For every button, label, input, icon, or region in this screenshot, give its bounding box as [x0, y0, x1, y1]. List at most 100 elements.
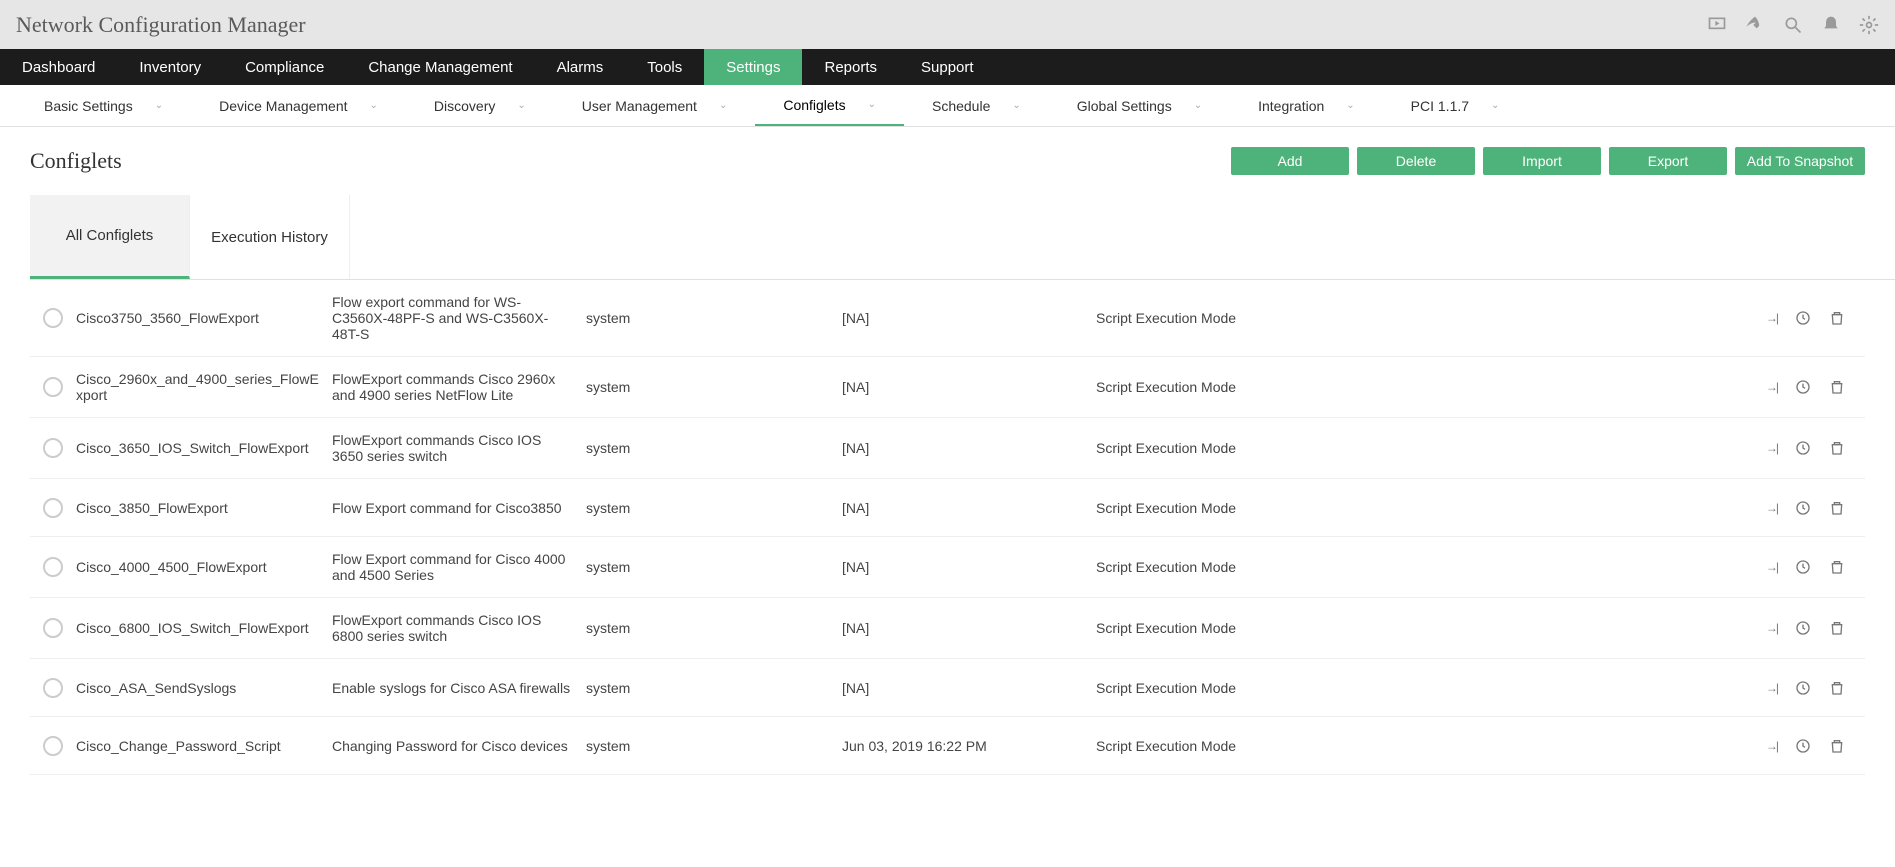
row-checkbox-cell [30, 377, 76, 397]
sub-nav-pci-1.1.7[interactable]: PCI 1.1.7 ⌄ [1383, 85, 1528, 126]
table-row: Cisco_3650_IOS_Switch_FlowExportFlowExpo… [30, 418, 1865, 479]
configlet-date: [NA] [842, 559, 1096, 575]
table-row: Cisco_6800_IOS_Switch_FlowExportFlowExpo… [30, 598, 1865, 659]
sub-nav-global-settings[interactable]: Global Settings⌄ [1049, 85, 1230, 126]
row-actions: →| [1360, 559, 1865, 575]
configlet-name[interactable]: Cisco_Change_Password_Script [76, 738, 332, 754]
sub-nav-discovery[interactable]: Discovery⌄ [406, 85, 554, 126]
search-icon[interactable] [1783, 15, 1803, 35]
configlet-description: FlowExport commands Cisco IOS 3650 serie… [332, 432, 586, 464]
clock-icon[interactable] [1795, 680, 1811, 696]
configlet-date: Jun 03, 2019 16:22 PM [842, 738, 1096, 754]
main-nav-settings[interactable]: Settings [704, 49, 802, 85]
clock-icon[interactable] [1795, 500, 1811, 516]
table-row: Cisco_3850_FlowExportFlow Export command… [30, 479, 1865, 537]
page-title: Configlets [30, 148, 122, 174]
row-checkbox[interactable] [43, 438, 63, 458]
tab-execution-history[interactable]: Execution History [190, 195, 350, 279]
delete-button[interactable]: Delete [1357, 147, 1475, 175]
row-actions: →| [1360, 500, 1865, 516]
main-nav-inventory[interactable]: Inventory [117, 49, 223, 85]
configlet-name[interactable]: Cisco_3850_FlowExport [76, 500, 332, 516]
trash-icon[interactable] [1829, 379, 1845, 395]
trash-icon[interactable] [1829, 500, 1845, 516]
main-nav-compliance[interactable]: Compliance [223, 49, 346, 85]
configlet-name[interactable]: Cisco3750_3560_FlowExport [76, 310, 332, 326]
table-row: Cisco3750_3560_FlowExportFlow export com… [30, 280, 1865, 357]
configlet-name[interactable]: Cisco_ASA_SendSyslogs [76, 680, 332, 696]
execute-icon[interactable]: →| [1766, 380, 1777, 394]
configlet-mode: Script Execution Mode [1096, 620, 1360, 636]
rocket-icon[interactable] [1745, 15, 1765, 35]
main-nav-change-management[interactable]: Change Management [346, 49, 534, 85]
main-nav-dashboard[interactable]: Dashboard [0, 49, 117, 85]
sub-nav-configlets[interactable]: Configlets⌄ [755, 85, 904, 126]
bell-icon[interactable] [1821, 15, 1841, 35]
configlet-date: [NA] [842, 620, 1096, 636]
trash-icon[interactable] [1829, 559, 1845, 575]
row-checkbox[interactable] [43, 678, 63, 698]
clock-icon[interactable] [1795, 379, 1811, 395]
trash-icon[interactable] [1829, 620, 1845, 636]
row-checkbox[interactable] [43, 498, 63, 518]
sub-nav-schedule[interactable]: Schedule⌄ [904, 85, 1049, 126]
execute-icon[interactable]: →| [1766, 560, 1777, 574]
configlet-mode: Script Execution Mode [1096, 440, 1360, 456]
tab-all-configlets[interactable]: All Configlets [30, 195, 190, 279]
configlet-description: Flow export command for WS-C3560X-48PF-S… [332, 294, 586, 342]
main-nav-support[interactable]: Support [899, 49, 996, 85]
trash-icon[interactable] [1829, 310, 1845, 326]
configlet-name[interactable]: Cisco_4000_4500_FlowExport [76, 559, 332, 575]
configlet-owner: system [586, 738, 842, 754]
execute-icon[interactable]: →| [1766, 441, 1777, 455]
execute-icon[interactable]: →| [1766, 739, 1777, 753]
sub-nav-label: PCI 1.1.7 [1411, 98, 1469, 114]
add-to-snapshot-button[interactable]: Add To Snapshot [1735, 147, 1865, 175]
clock-icon[interactable] [1795, 738, 1811, 754]
execute-icon[interactable]: →| [1766, 621, 1777, 635]
presentation-icon[interactable] [1707, 15, 1727, 35]
configlet-owner: system [586, 680, 842, 696]
trash-icon[interactable] [1829, 680, 1845, 696]
configlet-mode: Script Execution Mode [1096, 500, 1360, 516]
add-button[interactable]: Add [1231, 147, 1349, 175]
execute-icon[interactable]: →| [1766, 681, 1777, 695]
import-button[interactable]: Import [1483, 147, 1601, 175]
chevron-down-icon: ⌄ [1346, 100, 1354, 111]
row-checkbox[interactable] [43, 618, 63, 638]
execute-icon[interactable]: →| [1766, 311, 1777, 325]
row-checkbox-cell [30, 498, 76, 518]
clock-icon[interactable] [1795, 620, 1811, 636]
configlet-mode: Script Execution Mode [1096, 559, 1360, 575]
sub-nav-integration[interactable]: Integration⌄ [1230, 85, 1383, 126]
row-checkbox[interactable] [43, 377, 63, 397]
row-checkbox[interactable] [43, 557, 63, 577]
configlet-name[interactable]: Cisco_3650_IOS_Switch_FlowExport [76, 440, 332, 456]
row-checkbox[interactable] [43, 736, 63, 756]
configlet-name[interactable]: Cisco_6800_IOS_Switch_FlowExport [76, 620, 332, 636]
configlet-owner: system [586, 310, 842, 326]
main-nav-alarms[interactable]: Alarms [535, 49, 626, 85]
sub-nav-label: Basic Settings [44, 98, 133, 114]
configlet-name[interactable]: Cisco_2960x_and_4900_series_FlowExport [76, 371, 332, 403]
clock-icon[interactable] [1795, 310, 1811, 326]
row-actions: →| [1360, 738, 1865, 754]
sub-nav-label: User Management [582, 98, 697, 114]
gear-icon[interactable] [1859, 15, 1879, 35]
trash-icon[interactable] [1829, 440, 1845, 456]
table-row: Cisco_2960x_and_4900_series_FlowExportFl… [30, 357, 1865, 418]
row-checkbox-cell [30, 438, 76, 458]
row-checkbox[interactable] [43, 308, 63, 328]
sub-nav-user-management[interactable]: User Management⌄ [554, 85, 756, 126]
sub-nav-device-management[interactable]: Device Management⌄ [191, 85, 406, 126]
clock-icon[interactable] [1795, 559, 1811, 575]
execute-icon[interactable]: →| [1766, 501, 1777, 515]
chevron-down-icon: ⌄ [1491, 100, 1499, 111]
sub-nav-basic-settings[interactable]: Basic Settings⌄ [16, 85, 191, 126]
main-nav-tools[interactable]: Tools [625, 49, 704, 85]
configlet-owner: system [586, 620, 842, 636]
main-nav-reports[interactable]: Reports [802, 49, 899, 85]
export-button[interactable]: Export [1609, 147, 1727, 175]
trash-icon[interactable] [1829, 738, 1845, 754]
clock-icon[interactable] [1795, 440, 1811, 456]
